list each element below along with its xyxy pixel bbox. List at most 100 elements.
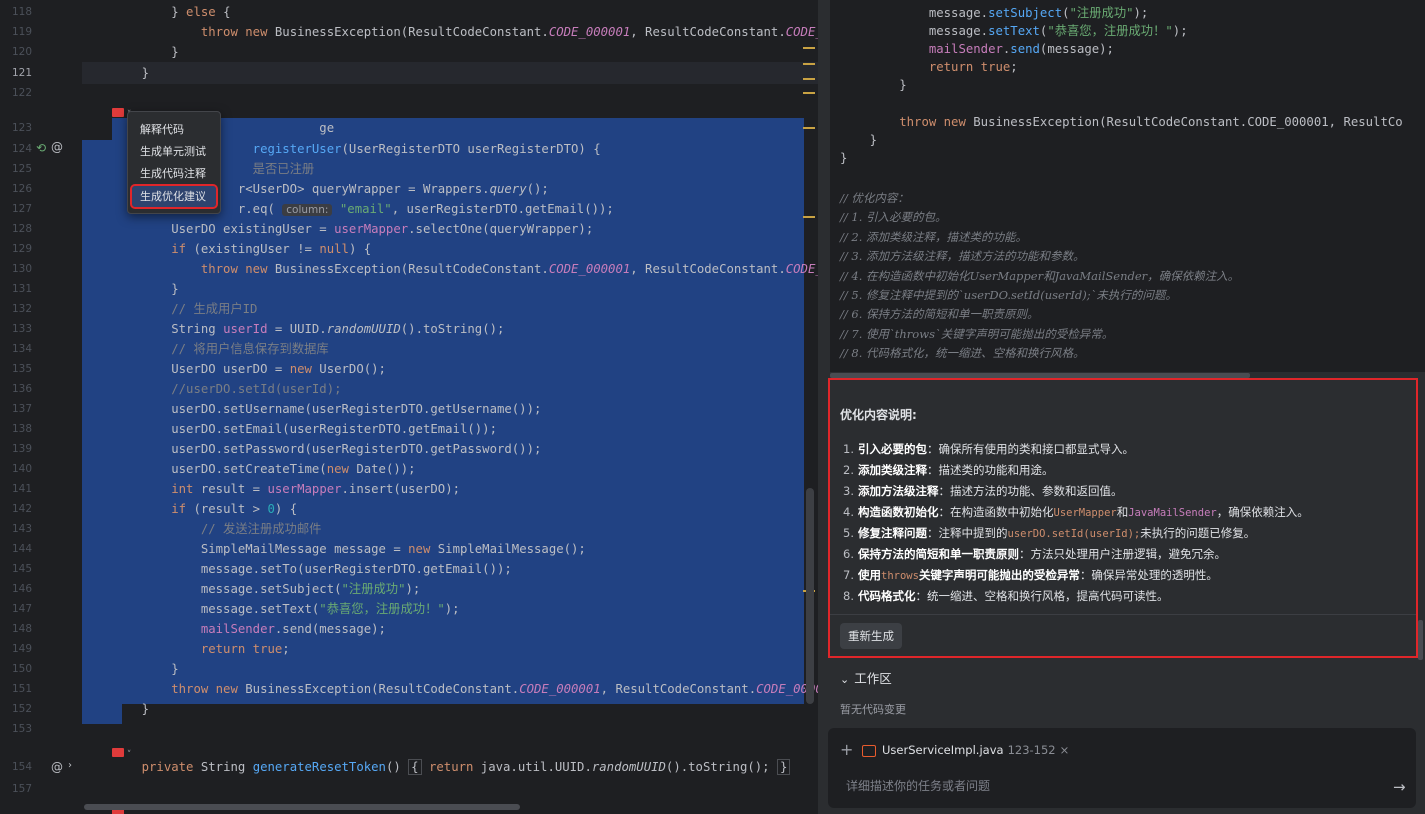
code-line[interactable]: 122: [0, 83, 818, 103]
line-number: 126: [11, 183, 32, 195]
editor-horizontal-scrollbar[interactable]: [84, 804, 520, 810]
remove-chip-icon[interactable]: ×: [1060, 743, 1070, 757]
warning-marker[interactable]: [803, 216, 815, 218]
code-line[interactable]: 147 message.setText("恭喜您，注册成功！");: [0, 599, 818, 619]
code-text: }: [112, 662, 179, 676]
line-number: 143: [11, 523, 32, 535]
send-arrow-icon[interactable]: →: [1393, 778, 1406, 796]
warning-marker[interactable]: [803, 63, 815, 65]
code-line[interactable]: 123 @O ge: [0, 118, 818, 138]
code-line[interactable]: 118 } else {: [0, 2, 818, 22]
line-number: 125: [11, 163, 32, 175]
code-line[interactable]: 157: [0, 779, 818, 799]
explanation-item: 3. 添加方法级注释：描述方法的功能、参数和返回值。: [843, 484, 1123, 498]
workspace-header[interactable]: ⌄ 工作区: [840, 668, 892, 687]
warning-marker[interactable]: [803, 78, 815, 80]
regenerate-button[interactable]: 重新生成: [840, 623, 902, 649]
warning-marker[interactable]: [803, 47, 815, 49]
code-text: } else {: [171, 5, 231, 19]
code-line[interactable]: 121 }: [0, 63, 818, 83]
code-text: throw new BusinessException(ResultCodeCo…: [200, 25, 818, 39]
code-line[interactable]: 141 int result = userMapper.insert(userD…: [0, 479, 818, 499]
code-line[interactable]: 144 SimpleMailMessage message = new Simp…: [0, 539, 818, 559]
code-line[interactable]: 138 userDO.setEmail(userRegisterDTO.getE…: [0, 419, 818, 439]
warning-marker[interactable]: [803, 92, 815, 94]
implement-gutter-icon[interactable]: ⟲: [36, 141, 46, 155]
code-line[interactable]: 130 throw new BusinessException(ResultCo…: [0, 259, 818, 279]
code-text: throw new BusinessException(ResultCodeCo…: [171, 682, 818, 696]
code-line[interactable]: 148 mailSender.send(message);: [0, 619, 818, 639]
code-line[interactable]: 127 r.eq( column: "email", userRegisterD…: [0, 199, 818, 219]
line-number: 121: [11, 67, 32, 79]
menu-item-generate-comments[interactable]: 生成代码注释: [132, 163, 216, 184]
code-line[interactable]: 146 message.setSubject("注册成功");: [0, 579, 818, 599]
generated-code-line: message.setText("恭喜您，注册成功！");: [840, 24, 1188, 39]
line-number: 145: [11, 563, 32, 575]
ai-tag-icon[interactable]: ˅: [112, 742, 131, 761]
code-text: if (result > 0) {: [171, 502, 298, 516]
code-line[interactable]: 140 userDO.setCreateTime(new Date());: [0, 459, 818, 479]
code-line[interactable]: 151 throw new BusinessException(ResultCo…: [0, 679, 818, 699]
editor-vertical-scrollbar[interactable]: [806, 488, 814, 704]
line-number: 120: [11, 46, 32, 58]
code-line[interactable]: 143 // 发送注册成功邮件: [0, 519, 818, 539]
code-line[interactable]: 129 if (existingUser != null) {: [0, 239, 818, 259]
code-line[interactable]: 128 UserDO existingUser = userMapper.sel…: [0, 219, 818, 239]
code-line[interactable]: 150 }: [0, 659, 818, 679]
generated-code-line: }: [840, 150, 848, 165]
code-line[interactable]: 137 userDO.setUsername(userRegisterDTO.g…: [0, 399, 818, 419]
code-line[interactable]: 134 // 将用户信息保存到数据库: [0, 339, 818, 359]
line-number: 150: [11, 663, 32, 675]
code-line[interactable]: 133 String userId = UUID.randomUUID().to…: [0, 319, 818, 339]
code-text: if (existingUser != null) {: [171, 242, 372, 256]
code-text: // 将用户信息保存到数据库: [171, 342, 329, 356]
add-context-icon[interactable]: +: [840, 740, 853, 759]
code-text: userDO.setPassword(userRegisterDTO.getPa…: [112, 442, 542, 456]
code-line[interactable]: 149 return true;: [0, 639, 818, 659]
code-line[interactable]: 136 //userDO.setId(userId);: [0, 379, 818, 399]
code-line[interactable]: 125 是否已注册: [0, 159, 818, 179]
line-number: 134: [11, 343, 32, 355]
code-editor[interactable]: 118 } else {119 throw new BusinessExcept…: [0, 0, 818, 814]
menu-item-generate-unit-test[interactable]: 生成单元测试: [132, 141, 216, 162]
menu-item-generate-optimization[interactable]: 生成优化建议: [130, 184, 218, 209]
code-line[interactable]: 131 }: [0, 279, 818, 299]
code-line[interactable]: 119 throw new BusinessException(ResultCo…: [0, 22, 818, 42]
generated-code-line: return true;: [928, 60, 1018, 75]
context-file-chip[interactable]: UserServiceImpl.java 123-152 ×: [862, 740, 1069, 760]
line-number: 130: [11, 263, 32, 275]
workspace-empty-text: 暂无代码变更: [840, 703, 906, 716]
line-number: 147: [11, 603, 32, 615]
line-number: 132: [11, 303, 32, 315]
annotation-gutter-icon[interactable]: @: [51, 760, 63, 774]
generated-comment-line: // 7. 使用`throws`关键字声明可能抛出的受检异常。: [840, 326, 1114, 341]
code-text: message.setSubject("注册成功");: [112, 582, 421, 596]
chat-input[interactable]: 详细描述你的任务或者问题: [846, 777, 990, 794]
code-line[interactable]: 120 }: [0, 42, 818, 62]
annotation-gutter-icon[interactable]: @: [51, 140, 63, 154]
code-text: userDO.setEmail(userRegisterDTO.getEmail…: [112, 422, 497, 436]
code-text: // 生成用户ID: [171, 302, 258, 316]
generated-code-line: }: [840, 132, 878, 147]
line-number: 133: [11, 323, 32, 335]
explanation-item: 7. 使用throws关键字声明可能抛出的受检异常：确保异常处理的透明性。: [843, 568, 1218, 582]
code-text: mailSender.send(message);: [200, 622, 386, 636]
code-line[interactable]: 142 if (result > 0) {: [0, 499, 818, 519]
code-line[interactable]: 153: [0, 719, 818, 739]
code-line[interactable]: 145 message.setTo(userRegisterDTO.getEma…: [0, 559, 818, 579]
warning-marker[interactable]: [803, 127, 815, 129]
code-line[interactable]: 132 // 生成用户ID: [0, 299, 818, 319]
code-text: // 发送注册成功邮件: [200, 522, 322, 536]
code-line[interactable]: 152 }: [0, 699, 818, 719]
code-line[interactable]: 126 r<UserDO> queryWrapper = Wrappers.qu…: [0, 179, 818, 199]
code-line[interactable]: 135 UserDO userDO = new UserDO();: [0, 359, 818, 379]
menu-item-explain-code[interactable]: 解释代码: [132, 119, 216, 140]
fold-chevron-icon[interactable]: ›: [68, 760, 72, 771]
code-line[interactable]: 139 userDO.setPassword(userRegisterDTO.g…: [0, 439, 818, 459]
code-line[interactable]: 124 pu registerUser(UserRegisterDTO user…: [0, 139, 818, 159]
code-text: int result = userMapper.insert(userDO);: [171, 482, 461, 496]
panel-scrollbar[interactable]: [1418, 620, 1423, 660]
line-number: 146: [11, 583, 32, 595]
explanation-item: 4. 构造函数初始化：在构造函数中初始化UserMapper和JavaMailSe…: [843, 505, 1309, 519]
generated-code-block[interactable]: message.setSubject("注册成功"); message.setT…: [830, 0, 1425, 372]
